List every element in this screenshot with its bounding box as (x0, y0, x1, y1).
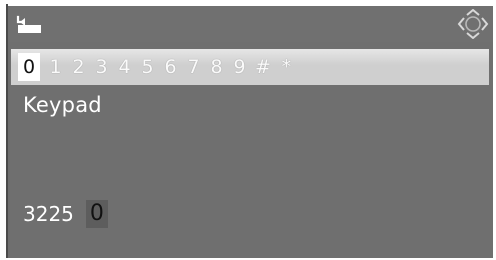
key-3[interactable]: 3 (94, 53, 109, 81)
back-arrow-icon[interactable] (15, 15, 43, 35)
joystick-direction-icon (457, 9, 489, 39)
number-entry: 3225 0 (23, 200, 108, 228)
key-1[interactable]: 1 (48, 53, 63, 81)
key-8[interactable]: 8 (209, 53, 224, 81)
keypad-screen: 0 1 2 3 4 5 6 7 8 9 # * Keypad 3225 0 (8, 6, 493, 258)
screen-title: Keypad (23, 93, 102, 117)
key-5[interactable]: 5 (140, 53, 155, 81)
digit-key-list: 0 1 2 3 4 5 6 7 8 9 # * (18, 53, 294, 81)
key-star[interactable]: * (279, 53, 294, 81)
key-7[interactable]: 7 (186, 53, 201, 81)
current-digit-cursor[interactable]: 0 (85, 200, 108, 228)
entered-number: 3225 (23, 202, 74, 226)
digit-selection-bar: 0 1 2 3 4 5 6 7 8 9 # * (11, 49, 489, 85)
key-2[interactable]: 2 (71, 53, 86, 81)
key-hash[interactable]: # (255, 53, 271, 81)
key-0[interactable]: 0 (18, 53, 40, 81)
key-6[interactable]: 6 (163, 53, 178, 81)
top-bar (8, 6, 493, 42)
key-9[interactable]: 9 (232, 53, 247, 81)
key-4[interactable]: 4 (117, 53, 132, 81)
